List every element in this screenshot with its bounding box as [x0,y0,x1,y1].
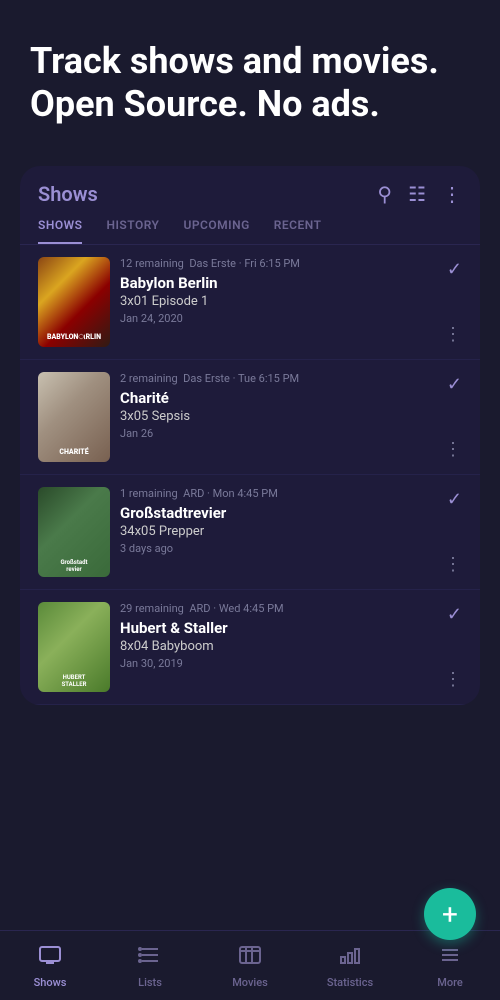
remaining-count: 2 remaining [120,372,178,385]
show-actions: ✓ ⋮ [444,602,462,692]
lists-icon [138,943,162,972]
filter-icon[interactable]: ☷ [408,182,426,206]
show-thumbnail [38,487,110,577]
remaining-count: 29 remaining [120,602,184,615]
search-icon[interactable]: ⚲ [377,182,392,206]
show-meta: 12 remaining Das Erste · Fri 6:15 PM [120,257,434,270]
statistics-icon [338,943,362,972]
show-info: 29 remaining ARD · Wed 4:45 PM Hubert & … [110,602,444,692]
more-options-icon[interactable]: ⋮ [444,324,462,345]
show-title: Babylon Berlin [120,274,434,292]
list-item: 2 remaining Das Erste · Tue 6:15 PM Char… [20,360,480,475]
show-meta: 2 remaining Das Erste · Tue 6:15 PM [120,372,434,385]
nav-lists[interactable]: Lists [100,943,200,989]
show-info: 12 remaining Das Erste · Fri 6:15 PM Bab… [110,257,444,347]
remaining-count: 12 remaining [120,257,184,270]
show-episode: 3x01 Episode 1 [120,294,434,309]
tab-upcoming[interactable]: UPCOMING [183,218,249,244]
show-info: 1 remaining ARD · Mon 4:45 PM Großstadtr… [110,487,444,577]
more-options-icon[interactable]: ⋮ [444,554,462,575]
show-meta: 1 remaining ARD · Mon 4:45 PM [120,487,434,500]
check-icon[interactable]: ✓ [447,259,462,280]
nav-more-label: More [437,976,463,989]
show-episode: 34x05 Prepper [120,524,434,539]
show-actions: ✓ ⋮ [444,487,462,577]
card-header-icons: ⚲ ☷ ⋮ [377,182,462,206]
more-icon [438,943,462,972]
tab-shows[interactable]: SHOWS [38,218,82,244]
remaining-count: 1 remaining [120,487,178,500]
show-title: Charité [120,389,434,407]
show-thumbnail [38,372,110,462]
card-header-title: Shows [38,182,98,206]
nav-shows[interactable]: Shows [0,943,100,989]
nav-lists-label: Lists [138,976,162,989]
check-icon[interactable]: ✓ [447,489,462,510]
show-episode: 3x05 Sepsis [120,409,434,424]
nav-movies[interactable]: Movies [200,943,300,989]
show-meta: 29 remaining ARD · Wed 4:45 PM [120,602,434,615]
show-thumbnail [38,257,110,347]
list-item: 29 remaining ARD · Wed 4:45 PM Hubert & … [20,590,480,705]
more-options-icon[interactable]: ⋮ [444,669,462,690]
show-actions: ✓ ⋮ [444,372,462,462]
tab-bar: SHOWS HISTORY UPCOMING RECENT [20,206,480,245]
movies-icon [238,943,262,972]
list-item: 1 remaining ARD · Mon 4:45 PM Großstadtr… [20,475,480,590]
show-thumbnail [38,602,110,692]
show-actions: ✓ ⋮ [444,257,462,347]
hero-title: Track shows and movies. Open Source. No … [30,40,470,126]
hero-section: Track shows and movies. Open Source. No … [0,0,500,156]
show-info: 2 remaining Das Erste · Tue 6:15 PM Char… [110,372,444,462]
show-episode: 8x04 Babyboom [120,639,434,654]
tab-history[interactable]: HISTORY [106,218,159,244]
nav-more[interactable]: More [400,943,500,989]
list-item: 12 remaining Das Erste · Fri 6:15 PM Bab… [20,245,480,360]
card-header: Shows ⚲ ☷ ⋮ [20,166,480,206]
check-icon[interactable]: ✓ [447,374,462,395]
bottom-navigation: Shows Lists Movies [0,930,500,1000]
show-date: Jan 26 [120,427,434,440]
overflow-menu-icon[interactable]: ⋮ [442,182,462,206]
show-list: 12 remaining Das Erste · Fri 6:15 PM Bab… [20,245,480,705]
nav-movies-label: Movies [232,976,268,989]
tv-icon [38,943,62,972]
show-title: Großstadtrevier [120,504,434,522]
show-title: Hubert & Staller [120,619,434,637]
app-card: Shows ⚲ ☷ ⋮ SHOWS HISTORY UPCOMING RECEN… [20,166,480,705]
show-date: Jan 24, 2020 [120,312,434,325]
nav-shows-label: Shows [34,976,67,989]
more-options-icon[interactable]: ⋮ [444,439,462,460]
nav-statistics[interactable]: Statistics [300,943,400,989]
show-date: 3 days ago [120,542,434,555]
show-date: Jan 30, 2019 [120,657,434,670]
tab-recent[interactable]: RECENT [274,218,322,244]
nav-statistics-label: Statistics [327,976,373,989]
check-icon[interactable]: ✓ [447,604,462,625]
